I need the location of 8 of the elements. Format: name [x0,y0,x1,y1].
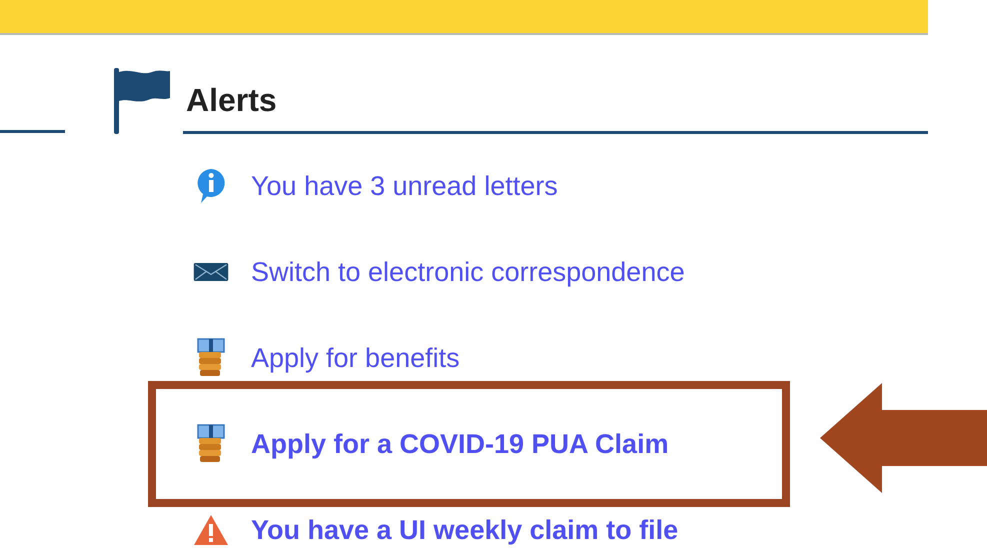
alert-link[interactable]: You have a UI weekly claim to file [251,514,678,546]
alert-link[interactable]: Apply for benefits [251,342,460,374]
flag-icon [112,68,172,134]
alert-link[interactable]: Apply for a COVID-19 PUA Claim [251,428,669,460]
warning-icon [193,514,229,546]
alert-link[interactable]: You have 3 unread letters [251,170,558,202]
section-title: Alerts [186,82,277,118]
alert-link[interactable]: Switch to electronic correspondence [251,256,685,288]
